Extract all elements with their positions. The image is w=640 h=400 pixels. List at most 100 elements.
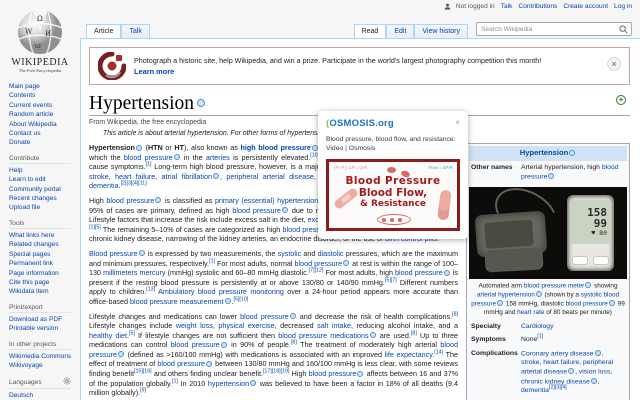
- osmosis-term-icon[interactable]: [224, 298, 231, 305]
- wiki-link[interactable]: heart failure: [543, 359, 579, 366]
- wiki-link[interactable]: peripheral arterial disease: [226, 172, 313, 181]
- wiki-link[interactable]: high blood pressure: [241, 143, 311, 152]
- wiki-link[interactable]: dementia: [89, 181, 119, 190]
- sidebar-link[interactable]: Wikimedia Commons: [9, 352, 80, 361]
- reference-link[interactable]: [2][3][4][11]: [121, 181, 147, 187]
- wiki-link[interactable]: salt intake: [317, 321, 351, 330]
- osmosis-term-icon[interactable]: [138, 250, 145, 257]
- sidebar-link[interactable]: What links here: [9, 231, 80, 240]
- osmosis-term-icon[interactable]: [443, 269, 450, 276]
- wiki-link[interactable]: blood pressure: [106, 196, 154, 205]
- wiki-link[interactable]: Coronary artery disease: [521, 351, 594, 358]
- wiki-link[interactable]: blood pressure: [232, 206, 281, 215]
- wiki-link[interactable]: systolic: [278, 249, 302, 258]
- wiki-link[interactable]: healthy diet: [89, 331, 127, 340]
- osmosis-term-icon[interactable]: [357, 370, 364, 377]
- sidebar-link[interactable]: Current events: [9, 101, 80, 110]
- personal-link[interactable]: Create account: [563, 3, 608, 10]
- reference-link[interactable]: [1][5]: [89, 224, 101, 230]
- banner-close-button[interactable]: ×: [607, 57, 621, 71]
- popup-close-icon[interactable]: ×: [455, 118, 460, 127]
- sidebar-link[interactable]: Wikidata item: [9, 287, 80, 296]
- sidebar-link[interactable]: Learn to edit: [9, 175, 80, 184]
- osmosis-term-icon[interactable]: [281, 207, 288, 214]
- osmosis-term-icon[interactable]: [311, 144, 318, 151]
- osmosis-term-icon[interactable]: [590, 377, 597, 384]
- wiki-link[interactable]: blood pressure: [309, 369, 357, 378]
- reference-link[interactable]: [1]: [172, 378, 178, 384]
- wiki-link[interactable]: Ambulatory blood pressure monitoring: [158, 287, 284, 296]
- wiki-link[interactable]: weight loss: [176, 321, 213, 330]
- popup-video-caption[interactable]: Blood pressure, blood flow, and resistan…: [326, 135, 460, 153]
- tab-edit[interactable]: Edit: [386, 24, 415, 38]
- osmosis-term-icon[interactable]: [594, 350, 601, 357]
- reference-link[interactable]: [9]: [140, 388, 146, 394]
- sidebar-link[interactable]: Page information: [9, 269, 80, 278]
- wiki-link[interactable]: arterial hypertension: [477, 291, 535, 298]
- sidebar-link[interactable]: Recent changes: [9, 194, 80, 203]
- wiki-link[interactable]: heart failure: [115, 172, 155, 181]
- osmosis-term-icon[interactable]: [173, 154, 180, 161]
- reference-link[interactable]: [5]: [129, 330, 135, 336]
- search-input[interactable]: [477, 25, 619, 33]
- osmosis-title-icon[interactable]: [197, 99, 206, 107]
- personal-link[interactable]: Contributions: [518, 3, 557, 10]
- wiki-link[interactable]: blood pressure measurement: [130, 297, 224, 306]
- wiki-link[interactable]: atrial fibrillation: [162, 172, 212, 181]
- osmosis-term-icon[interactable]: [548, 172, 555, 179]
- sidebar-link[interactable]: Wikivoyage: [9, 361, 80, 370]
- search-icon[interactable]: [619, 24, 628, 34]
- sidebar-link[interactable]: Contents: [9, 91, 80, 100]
- gear-icon[interactable]: [63, 377, 71, 386]
- wiki-link[interactable]: primary (essential) hypertension: [215, 196, 318, 205]
- wiki-link[interactable]: Cardiology: [521, 323, 554, 330]
- wiki-link[interactable]: life expectancy: [385, 350, 433, 359]
- osmosis-term-icon[interactable]: [568, 368, 575, 375]
- wiki-link[interactable]: blood pressure: [157, 359, 205, 368]
- reference-link[interactable]: [14]: [434, 349, 443, 355]
- infobox-title-link[interactable]: Hypertension: [469, 146, 627, 161]
- sidebar-link[interactable]: Help: [9, 166, 80, 175]
- wiki-link[interactable]: physical exercise: [218, 321, 274, 330]
- personal-link[interactable]: Log in: [614, 3, 632, 10]
- video-thumbnail[interactable]: (P₁-P₂) ΔP = Q·R Flow = ΔP/R Blood Press…: [326, 159, 460, 232]
- osmosis-term-icon[interactable]: [250, 380, 257, 387]
- osmosis-term-icon[interactable]: [206, 360, 213, 367]
- osmosis-term-icon[interactable]: [497, 299, 504, 306]
- personal-link[interactable]: Talk: [501, 3, 513, 10]
- osmosis-term-icon[interactable]: [135, 144, 142, 151]
- sidebar-link[interactable]: Printable version: [9, 324, 80, 333]
- tab-talk[interactable]: Talk: [121, 24, 150, 38]
- sidebar-link[interactable]: Donate: [9, 138, 80, 147]
- sidebar-link[interactable]: Main page: [9, 82, 80, 91]
- tab-read[interactable]: Read: [353, 24, 387, 38]
- wiki-link[interactable]: blood pressure: [295, 259, 343, 268]
- osmosis-term-icon[interactable]: [155, 197, 162, 204]
- wiki-link[interactable]: heart rate: [517, 309, 544, 316]
- tab-view-history[interactable]: View history: [414, 24, 468, 38]
- sidebar-link[interactable]: Cite this page: [9, 278, 80, 287]
- wiki-link[interactable]: blood pressure meter: [524, 282, 584, 289]
- wiki-link[interactable]: blood pressure medications: [278, 331, 368, 340]
- osmosis-term-icon[interactable]: [117, 351, 124, 358]
- sidebar-link[interactable]: Deutsch: [9, 391, 80, 400]
- osmosis-term-icon[interactable]: [535, 290, 542, 297]
- osmosis-term-icon[interactable]: [220, 341, 227, 348]
- wiki-link[interactable]: millimeters mercury: [103, 268, 165, 277]
- sidebar-link[interactable]: Special pages: [9, 250, 80, 259]
- wiki-link[interactable]: hypertension: [208, 379, 249, 388]
- wiki-link[interactable]: blood pressure: [566, 300, 608, 307]
- osmosis-logo[interactable]: (OSMOSIS.org: [326, 118, 394, 129]
- osmosis-term-icon[interactable]: [343, 260, 350, 267]
- wiki-link[interactable]: blood pressure: [521, 164, 619, 180]
- reference-link[interactable]: [1]: [209, 258, 215, 264]
- osmosis-term-icon[interactable]: [369, 332, 376, 339]
- sidebar-link[interactable]: Contact us: [9, 129, 80, 138]
- wiki-link[interactable]: diastolic: [318, 249, 344, 258]
- reference-link[interactable]: [5][7]: [385, 277, 397, 283]
- sidebar-link[interactable]: Permanent link: [9, 259, 80, 268]
- green-plus-icon[interactable]: [616, 95, 626, 105]
- reference-link[interactable]: [7][12]: [309, 268, 324, 274]
- osmosis-term-icon[interactable]: [569, 149, 576, 156]
- osmosis-term-icon[interactable]: [289, 313, 296, 319]
